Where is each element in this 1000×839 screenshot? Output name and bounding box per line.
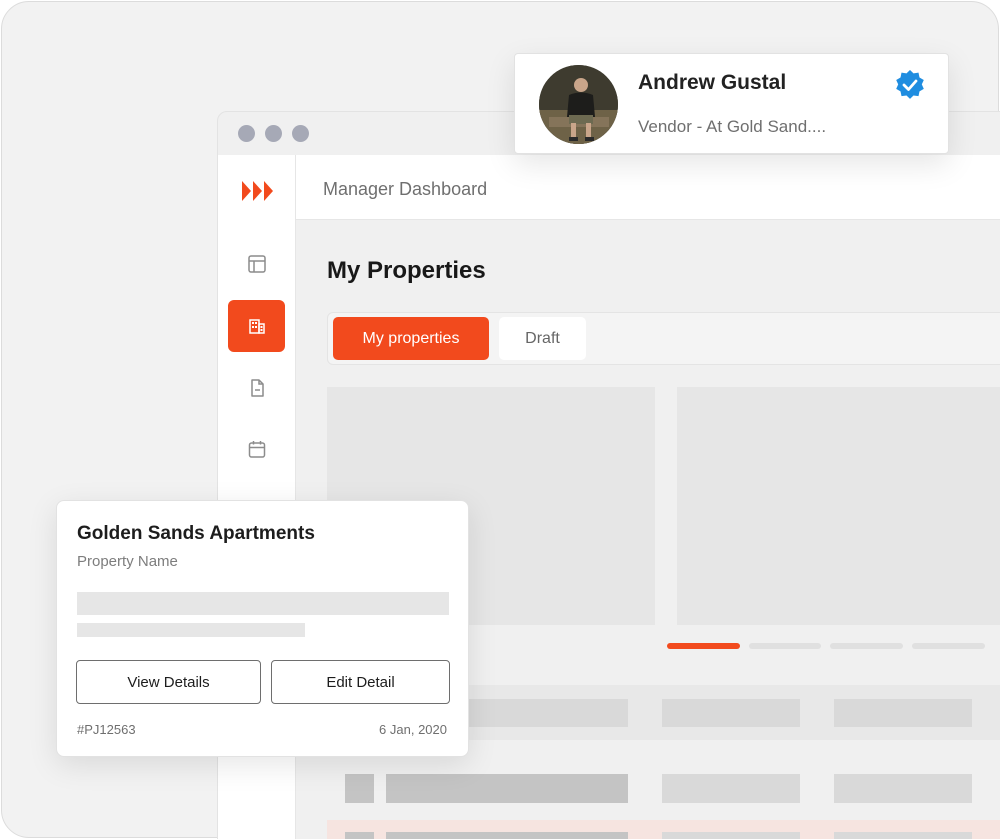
property-date: 6 Jan, 2020 xyxy=(379,722,447,737)
window-dot[interactable] xyxy=(292,125,309,142)
tab-bar: My properties Draft xyxy=(327,312,1000,365)
table-row-cell xyxy=(662,774,800,803)
carousel-indicator[interactable] xyxy=(749,643,821,649)
sidebar-item-documents[interactable] xyxy=(228,362,285,414)
calendar-icon xyxy=(248,441,265,458)
table-row-cell xyxy=(662,832,800,839)
avatar[interactable] xyxy=(539,65,618,144)
sidebar-item-calendar[interactable] xyxy=(228,423,285,475)
property-image-placeholder[interactable] xyxy=(677,387,1000,625)
text-placeholder xyxy=(77,592,449,615)
window-dot[interactable] xyxy=(265,125,282,142)
window-dot[interactable] xyxy=(238,125,255,142)
text-placeholder xyxy=(77,623,305,637)
document-icon xyxy=(250,379,264,397)
tab-my-properties[interactable]: My properties xyxy=(333,317,489,360)
table-row-checkbox[interactable] xyxy=(345,832,374,839)
carousel-indicator[interactable] xyxy=(830,643,903,649)
table-row-cell xyxy=(834,832,972,839)
building-icon xyxy=(248,319,265,334)
table-row-cell xyxy=(834,774,972,803)
page-title: My Properties xyxy=(327,257,486,284)
layout-icon xyxy=(247,255,266,273)
property-name: Golden Sands Apartments xyxy=(77,523,315,544)
user-name: Andrew Gustal xyxy=(638,71,787,94)
sidebar-item-properties[interactable] xyxy=(228,300,285,352)
table-header-cell xyxy=(834,699,972,727)
top-bar: Manager Dashboard xyxy=(296,155,1000,220)
table-row-cell xyxy=(386,832,628,839)
carousel-indicator[interactable] xyxy=(912,643,985,649)
table-row-cell xyxy=(386,774,628,803)
tab-draft[interactable]: Draft xyxy=(499,317,586,360)
dashboard-title: Manager Dashboard xyxy=(323,179,488,199)
verified-badge-icon xyxy=(896,70,924,99)
table-row-checkbox[interactable] xyxy=(345,774,374,803)
sidebar-item-dashboard[interactable] xyxy=(228,238,285,290)
property-name-label: Property Name xyxy=(77,553,178,570)
window-controls xyxy=(238,125,309,142)
edit-detail-button[interactable]: Edit Detail xyxy=(271,660,450,704)
carousel-indicator-active[interactable] xyxy=(667,643,740,649)
view-details-button[interactable]: View Details xyxy=(76,660,261,704)
property-card: Golden Sands Apartments Property Name Vi… xyxy=(56,500,469,757)
brand-logo-icon[interactable] xyxy=(242,180,274,202)
avatar-photo xyxy=(539,65,618,144)
table-header-cell xyxy=(662,699,800,727)
user-profile-card[interactable]: Andrew Gustal Vendor - At Gold Sand.... xyxy=(514,53,949,154)
property-code: #PJ12563 xyxy=(77,722,136,737)
user-role: Vendor - At Gold Sand.... xyxy=(638,117,827,136)
